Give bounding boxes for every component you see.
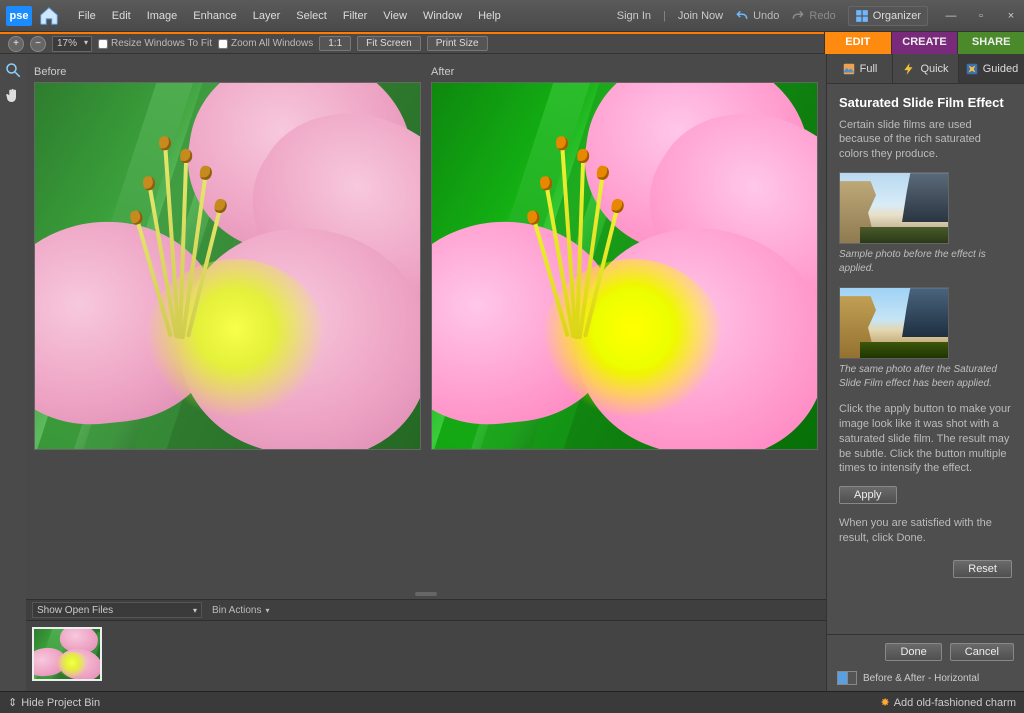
projectbin [26,621,826,691]
menu-view[interactable]: View [375,6,415,26]
panel-splitter[interactable] [26,589,826,599]
close-icon[interactable]: × [1004,9,1018,23]
tab-share[interactable]: SHARE [957,32,1024,54]
tab-edit[interactable]: EDIT [824,32,891,54]
menu-image[interactable]: Image [139,6,186,26]
signin-link[interactable]: Sign In [617,10,651,22]
undo-label: Undo [753,10,779,22]
home-icon[interactable] [38,5,60,27]
minimize-icon[interactable]: — [944,9,958,23]
menu-edit[interactable]: Edit [104,6,139,26]
toolstrip [0,54,26,691]
menu-help[interactable]: Help [470,6,509,26]
collapse-icon: ⇕ [8,696,17,709]
organizer-button[interactable]: Organizer [848,6,928,26]
main-tabs: EDIT CREATE SHARE [824,32,1024,54]
bin-thumbnail[interactable] [32,627,102,681]
hide-projectbin-button[interactable]: ⇕ Hide Project Bin [8,696,100,709]
before-image[interactable] [34,82,421,450]
bin-filter-select[interactable]: Show Open Files [32,602,202,618]
zoom-tool-icon[interactable] [3,60,23,80]
redo-label: Redo [809,10,835,22]
subtab-quick[interactable]: Quick [892,54,958,83]
rightpanel: Full Quick Guided Saturated Slide Film E… [826,54,1024,691]
view-mode-button[interactable]: Before & After - Horizontal [837,671,1014,685]
menu-window[interactable]: Window [415,6,470,26]
tip-icon: ✸ [880,696,889,709]
after-label: After [431,66,818,82]
menubar: pse FileEditImageEnhanceLayerSelectFilte… [0,0,1024,32]
organizer-label: Organizer [873,10,921,22]
menu-file[interactable]: File [70,6,104,26]
bin-actions-menu[interactable]: Bin Actions [212,605,270,616]
undo-button[interactable]: Undo [735,9,779,23]
view-mode-icon [837,671,857,685]
print-size-button[interactable]: Print Size [427,36,488,51]
redo-button[interactable]: Redo [791,9,835,23]
menu-layer[interactable]: Layer [245,6,289,26]
one-to-one-button[interactable]: 1:1 [319,36,351,51]
menu-select[interactable]: Select [288,6,335,26]
hand-tool-icon[interactable] [3,86,23,106]
zoom-out-button[interactable]: − [30,36,46,52]
cancel-button[interactable]: Cancel [950,643,1014,661]
canvas-area: Before After [26,54,826,691]
before-label: Before [34,66,421,82]
maximize-icon[interactable]: ▫ [974,9,988,23]
sample-after-caption: The same photo after the Saturated Slide… [839,363,1012,390]
guided-intro: Certain slide films are used because of … [839,118,1012,163]
joinnow-link[interactable]: Join Now [678,10,723,22]
subtab-full[interactable]: Full [827,54,892,83]
zoom-select[interactable]: 17% [52,36,92,52]
sample-before-caption: Sample photo before the effect is applie… [839,248,1012,275]
statusbar: ⇕ Hide Project Bin ✸ Add old-fashioned c… [0,691,1024,713]
menu-filter[interactable]: Filter [335,6,375,26]
reset-button[interactable]: Reset [953,560,1012,578]
apply-button[interactable]: Apply [839,486,897,504]
zoom-in-button[interactable]: + [8,36,24,52]
tab-create[interactable]: CREATE [891,32,958,54]
projectbin-bar: Show Open Files Bin Actions [26,599,826,621]
app-logo: pse [6,6,32,26]
guided-satisfied: When you are satisfied with the result, … [839,516,1012,546]
sample-before [839,172,949,244]
done-button[interactable]: Done [885,643,941,661]
subtab-guided[interactable]: Guided [958,54,1024,83]
guided-title: Saturated Slide Film Effect [839,94,1012,112]
resize-windows-check[interactable]: Resize Windows To Fit [98,38,212,49]
guided-instructions: Click the apply button to make your imag… [839,402,1012,476]
statusbar-tip: Add old-fashioned charm [894,697,1016,709]
zoom-all-check[interactable]: Zoom All Windows [218,38,313,49]
sample-after [839,287,949,359]
fit-screen-button[interactable]: Fit Screen [357,36,421,51]
menu-enhance[interactable]: Enhance [185,6,244,26]
after-image[interactable] [431,82,818,450]
